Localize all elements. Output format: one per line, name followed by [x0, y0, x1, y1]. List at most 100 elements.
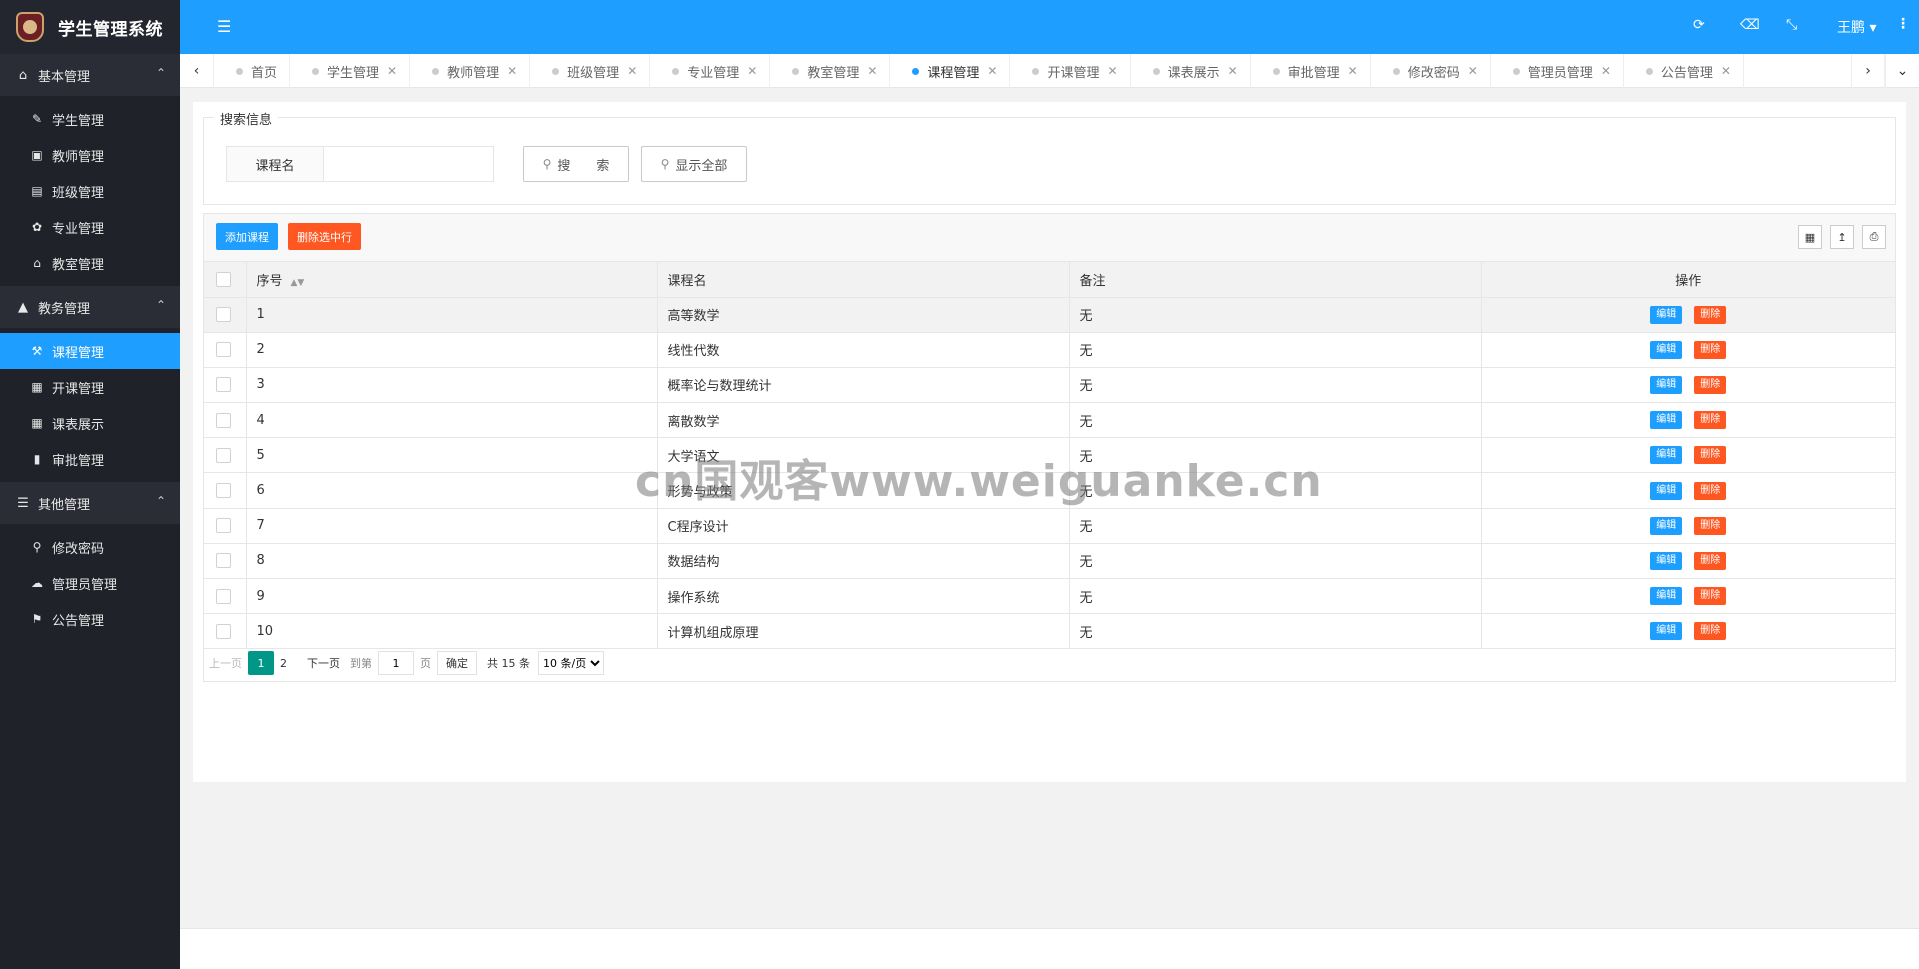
sidebar-item-teacher[interactable]: ▣ 教师管理 [0, 137, 180, 173]
trash-icon[interactable]: ⌫ [1740, 17, 1760, 33]
sidebar-item-notice[interactable]: ⚑ 公告管理 [0, 601, 180, 637]
delete-button[interactable]: 删除 [1694, 375, 1727, 394]
row-checkbox[interactable] [216, 483, 231, 499]
select-all-checkbox[interactable] [216, 271, 231, 287]
delete-button[interactable]: 删除 [1694, 446, 1727, 465]
show-all-button[interactable]: ⚲ 显示全部 [641, 146, 747, 182]
tab-10[interactable]: 修改密码 ✕ [1371, 54, 1491, 88]
more-icon[interactable]: ⋮ [1896, 16, 1910, 32]
sidebar-item-class[interactable]: ▤ 班级管理 [0, 173, 180, 209]
next-page-button[interactable]: 下一页 [301, 651, 346, 675]
edit-button[interactable]: 编辑 [1650, 481, 1683, 500]
tab-1[interactable]: 学生管理 ✕ [290, 54, 411, 88]
edit-button[interactable]: 编辑 [1650, 305, 1683, 324]
close-icon[interactable]: ✕ [627, 64, 637, 78]
delete-button[interactable]: 删除 [1694, 340, 1727, 359]
delete-button[interactable]: 删除 [1694, 587, 1727, 606]
tab-menu-chevron-down-icon[interactable]: ⌄ [1885, 54, 1919, 88]
tab-4[interactable]: 专业管理 ✕ [650, 54, 771, 88]
page-2-button[interactable]: 2 [274, 651, 293, 675]
row-checkbox[interactable] [216, 588, 231, 604]
close-icon[interactable]: ✕ [1348, 64, 1358, 78]
sidebar-item-password[interactable]: ⚲ 修改密码 [0, 529, 180, 565]
columns-filter-icon[interactable]: ▦ [1798, 225, 1822, 249]
sidebar-item-open-course[interactable]: ▦ 开课管理 [0, 369, 180, 405]
sidebar-item-approval[interactable]: ▮ 审批管理 [0, 441, 180, 477]
sidebar-item-student[interactable]: ✎ 学生管理 [0, 101, 180, 137]
edit-button[interactable]: 编辑 [1650, 446, 1683, 465]
tab-7[interactable]: 开课管理 ✕ [1010, 54, 1131, 88]
tab-11[interactable]: 管理员管理 ✕ [1491, 54, 1624, 88]
delete-button[interactable]: 删除 [1694, 622, 1727, 641]
sidebar-item-major[interactable]: ✿ 专业管理 [0, 209, 180, 245]
delete-button[interactable]: 删除 [1694, 411, 1727, 430]
delete-button[interactable]: 删除 [1694, 305, 1727, 324]
row-checkbox[interactable] [216, 377, 231, 393]
fullscreen-icon[interactable]: ⤡ [1786, 17, 1797, 33]
tab-scroll-left-icon[interactable]: ‹ [180, 54, 214, 88]
row-checkbox[interactable] [216, 447, 231, 463]
sidebar-group-academic[interactable]: ▲ 教务管理 ⌃ [0, 286, 180, 328]
tab-2[interactable]: 教师管理 ✕ [410, 54, 531, 88]
goto-page-input[interactable] [378, 651, 414, 675]
edit-button[interactable]: 编辑 [1650, 411, 1683, 430]
close-icon[interactable]: ✕ [507, 64, 517, 78]
col-header-id[interactable]: 序号 ▲▼ [246, 262, 658, 298]
row-checkbox[interactable] [216, 412, 231, 428]
course-name-input[interactable] [323, 146, 494, 182]
edit-button[interactable]: 编辑 [1650, 622, 1683, 641]
row-checkbox[interactable] [216, 553, 231, 569]
tab-0[interactable]: 首页 [214, 54, 291, 88]
delete-selected-button[interactable]: 删除选中行 [288, 223, 361, 250]
search-icon: ⚲ [542, 157, 552, 171]
close-icon[interactable]: ✕ [1601, 64, 1611, 78]
row-checkbox[interactable] [216, 307, 231, 323]
row-checkbox[interactable] [216, 518, 231, 534]
sidebar-item-course[interactable]: ⚒ 课程管理 [0, 333, 180, 369]
close-icon[interactable]: ✕ [1228, 64, 1238, 78]
close-icon[interactable]: ✕ [987, 64, 997, 78]
sort-icon[interactable]: ▲▼ [291, 278, 305, 288]
sidebar-group-basic[interactable]: ⌂ 基本管理 ⌃ [0, 54, 180, 96]
close-icon[interactable]: ✕ [1468, 64, 1478, 78]
close-icon[interactable]: ✕ [1721, 64, 1731, 78]
edit-button[interactable]: 编辑 [1650, 340, 1683, 359]
table-row: 2 线性代数无编辑 删除 [204, 332, 1895, 368]
edit-button[interactable]: 编辑 [1650, 551, 1683, 570]
tab-3[interactable]: 班级管理 ✕ [530, 54, 651, 88]
close-icon[interactable]: ✕ [1108, 64, 1118, 78]
tab-scroll-right-icon[interactable]: › [1851, 54, 1885, 88]
tab-6[interactable]: 课程管理 ✕ [890, 54, 1011, 88]
tab-12[interactable]: 公告管理 ✕ [1624, 54, 1744, 88]
page-1-button[interactable]: 1 [248, 651, 274, 675]
close-icon[interactable]: ✕ [387, 64, 397, 78]
edit-button[interactable]: 编辑 [1650, 587, 1683, 606]
delete-button[interactable]: 删除 [1694, 551, 1727, 570]
page-unit-label: 页 [420, 657, 431, 670]
sidebar-item-timetable[interactable]: ▦ 课表展示 [0, 405, 180, 441]
print-icon[interactable]: ⎙ [1862, 225, 1886, 249]
add-course-button[interactable]: 添加课程 [216, 223, 278, 250]
edit-button[interactable]: 编辑 [1650, 375, 1683, 394]
sidebar-item-classroom[interactable]: ⌂ 教室管理 [0, 245, 180, 281]
delete-button[interactable]: 删除 [1694, 516, 1727, 535]
row-checkbox[interactable] [216, 623, 231, 639]
close-icon[interactable]: ✕ [867, 64, 877, 78]
sidebar-item-admin[interactable]: ☁ 管理员管理 [0, 565, 180, 601]
search-button[interactable]: ⚲ 搜 索 [523, 146, 629, 182]
user-menu[interactable]: 王鹏 ▾ [1837, 17, 1876, 37]
menu-toggle-icon[interactable]: ☰ [217, 17, 231, 36]
delete-button[interactable]: 删除 [1694, 481, 1727, 500]
export-icon[interactable]: ↥ [1830, 225, 1854, 249]
row-checkbox[interactable] [216, 342, 231, 358]
close-icon[interactable]: ✕ [747, 64, 757, 78]
sidebar-group-other[interactable]: ☰ 其他管理 ⌃ [0, 482, 180, 524]
goto-confirm-button[interactable]: 确定 [437, 651, 477, 675]
refresh-icon[interactable]: ⟳ [1693, 17, 1705, 33]
edit-button[interactable]: 编辑 [1650, 516, 1683, 535]
page-size-select[interactable]: 10 条/页 [538, 651, 604, 675]
prev-page-button[interactable]: 上一页 [203, 651, 248, 675]
tab-9[interactable]: 审批管理 ✕ [1251, 54, 1371, 88]
tab-8[interactable]: 课表展示 ✕ [1131, 54, 1251, 88]
tab-5[interactable]: 教室管理 ✕ [770, 54, 891, 88]
